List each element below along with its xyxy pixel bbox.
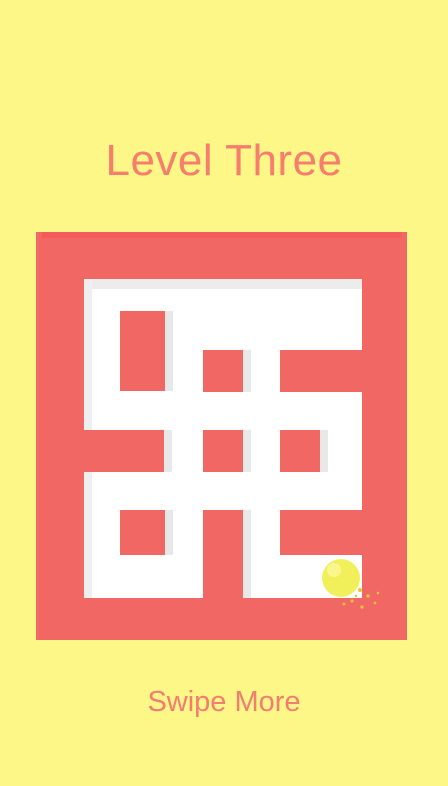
wall-block-left-mid bbox=[84, 430, 164, 472]
shadow-4 bbox=[243, 430, 251, 472]
floor-shadow-top bbox=[84, 279, 362, 289]
wall-block-center-top bbox=[203, 350, 243, 392]
shadow-1 bbox=[165, 311, 173, 391]
wall-block-center-mid bbox=[203, 430, 243, 472]
wall-block-tall bbox=[120, 311, 165, 391]
maze-outer-wall-top bbox=[42, 232, 401, 238]
ball-icon[interactable] bbox=[322, 559, 360, 597]
shadow-7 bbox=[243, 510, 251, 598]
wall-block-right-bottom bbox=[280, 510, 362, 555]
maze-board[interactable] bbox=[0, 0, 448, 786]
shadow-5 bbox=[320, 430, 328, 472]
wall-block-right-top bbox=[280, 350, 362, 392]
shadow-2 bbox=[243, 350, 251, 392]
shadow-6 bbox=[165, 510, 173, 555]
wall-block-right-mid bbox=[280, 430, 320, 472]
wall-stem-center-bottom bbox=[203, 510, 243, 598]
swipe-hint: Swipe More bbox=[147, 686, 301, 718]
wall-block-left-bottom bbox=[120, 510, 165, 555]
ball-highlight bbox=[327, 563, 341, 577]
shadow-3 bbox=[164, 430, 172, 472]
